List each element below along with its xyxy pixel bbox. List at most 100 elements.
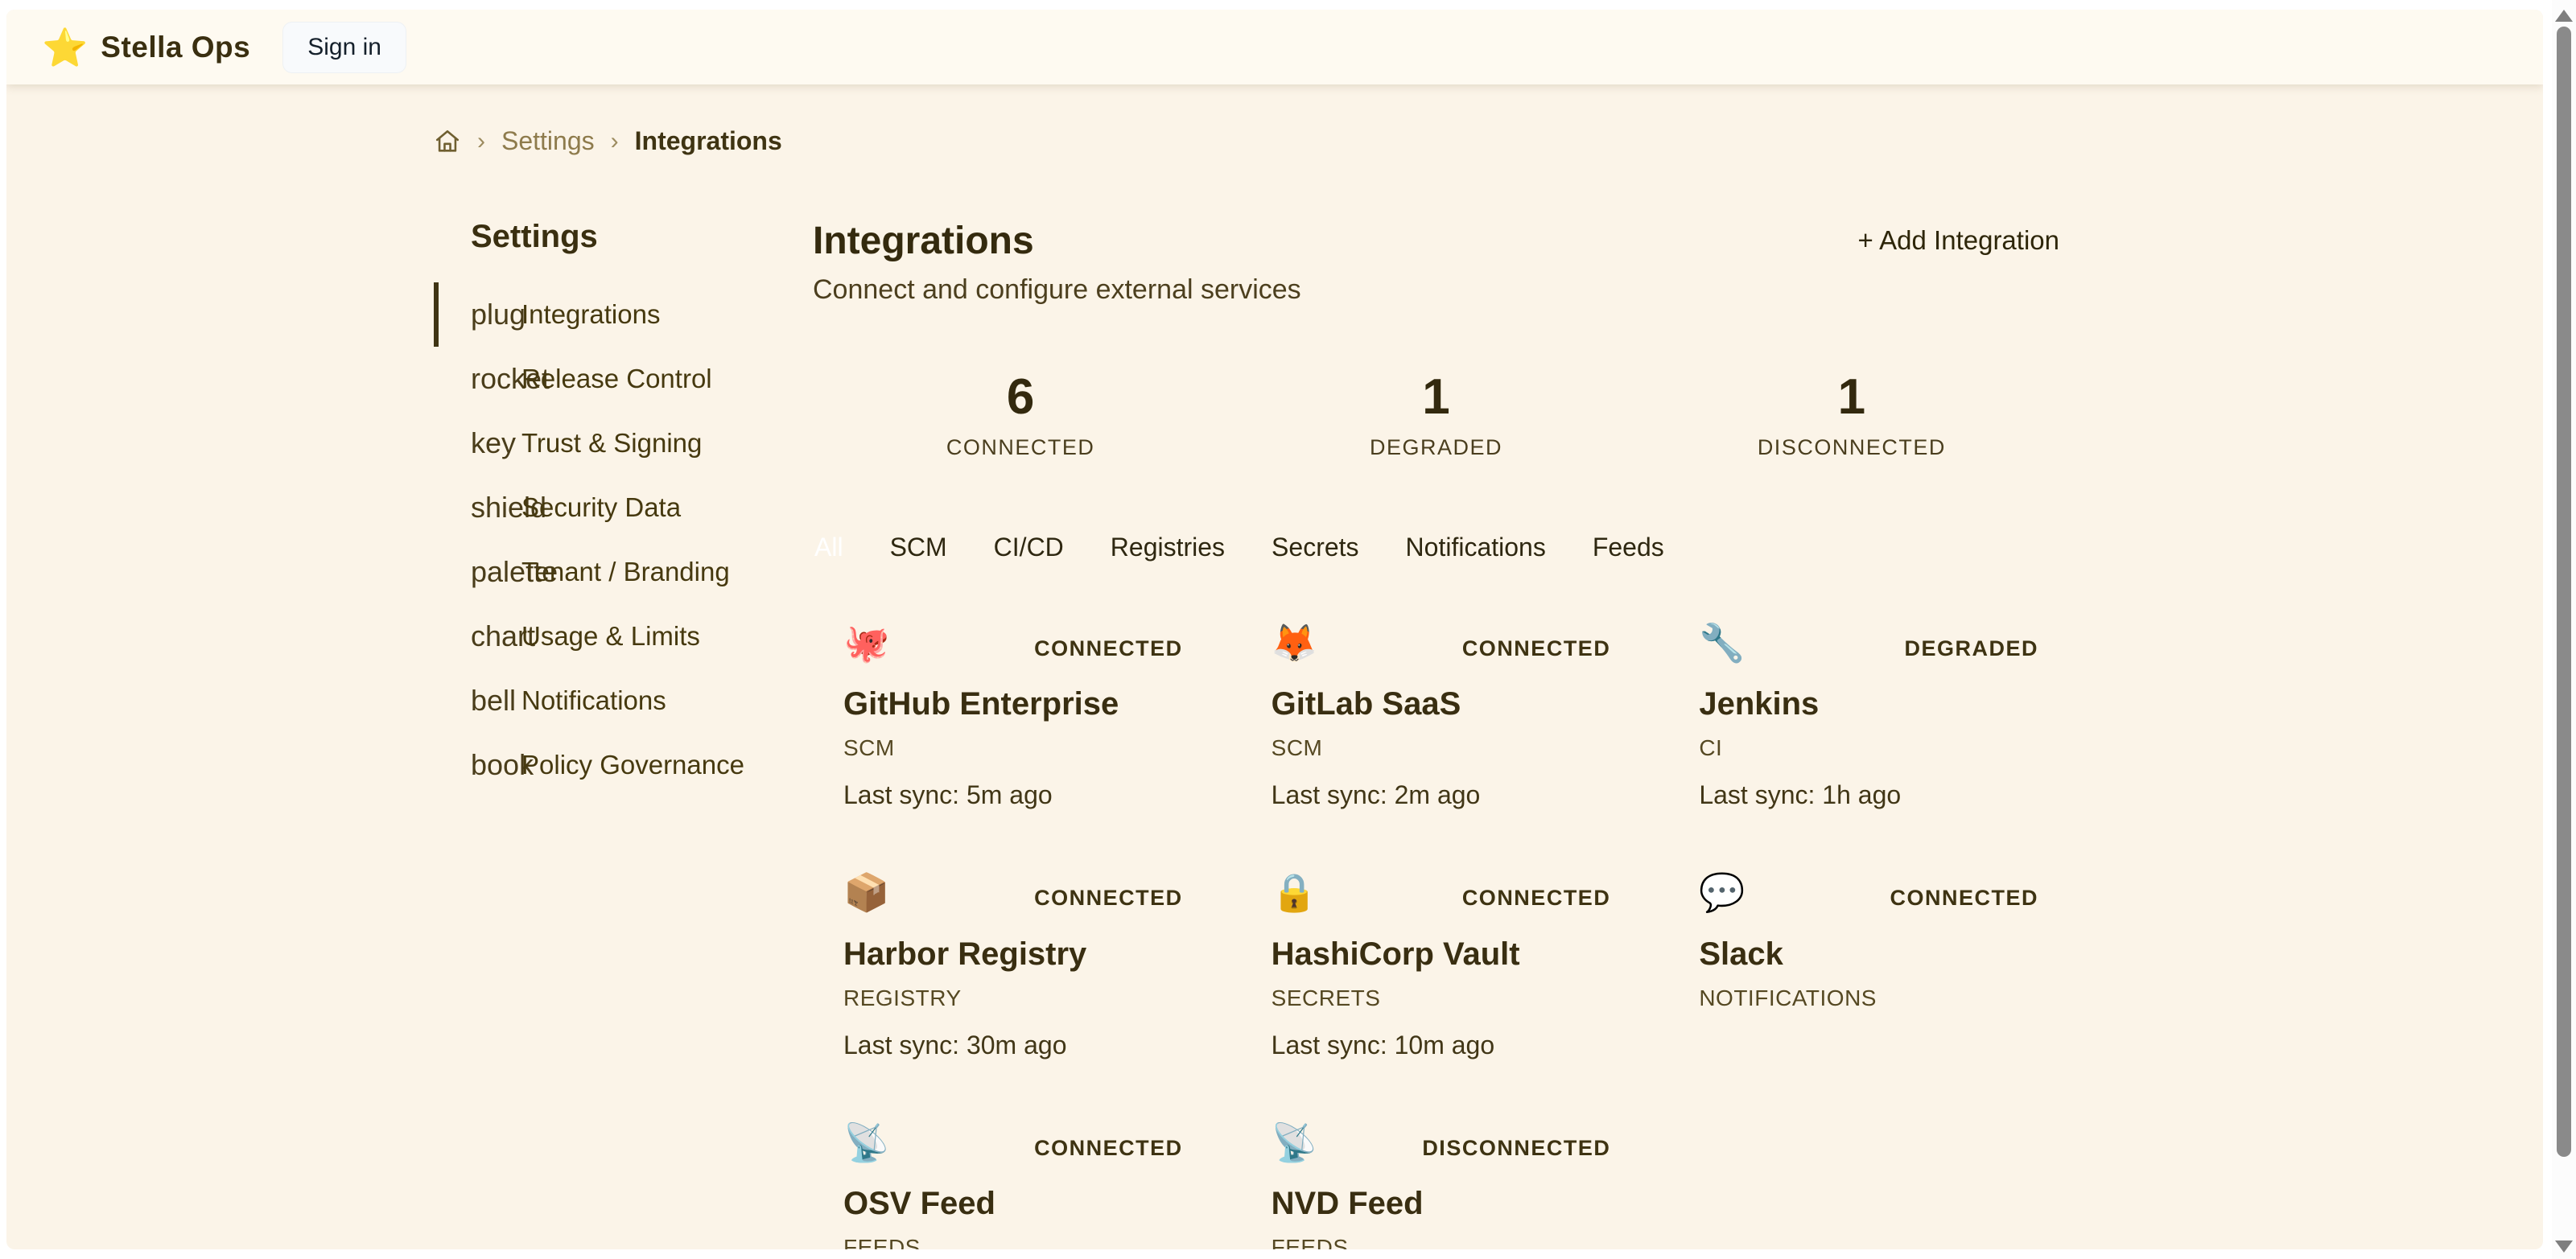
status-badge: CONNECTED (1462, 886, 1611, 911)
satellite-icon: 📡 (1272, 1123, 1317, 1162)
status-badge: CONNECTED (1034, 1136, 1183, 1161)
sidebar-item-label: Notifications (521, 685, 666, 716)
integration-type: FEEDS (1272, 1235, 1611, 1249)
sidebar-item-label: Integrations (521, 299, 660, 330)
sidebar-item-label: Policy Governance (521, 750, 744, 780)
breadcrumb-separator: › (477, 128, 485, 155)
scrollbar[interactable] (2552, 0, 2576, 1259)
integration-type: SECRETS (1272, 985, 1611, 1011)
status-badge: DISCONNECTED (1422, 1136, 1610, 1161)
add-integration-button[interactable]: + Add Integration (1858, 225, 2059, 256)
title-block: Integrations Connect and configure exter… (813, 219, 1301, 306)
sidebar-item-tenant-branding[interactable]: paletteTenant / Branding (434, 540, 772, 604)
card-top: 🔧DEGRADED (1699, 623, 2038, 662)
top-bar: ⭐ Stella Ops Sign in (6, 10, 2543, 84)
tab-secrets[interactable]: Secrets (1270, 526, 1360, 569)
breadcrumb-separator: › (611, 128, 619, 155)
last-sync: Last sync: 30m ago (843, 1031, 1183, 1060)
rocket-icon: rocket (471, 362, 521, 396)
stat-value: 1 (1228, 368, 1643, 426)
sidebar-item-release-control[interactable]: rocketRelease Control (434, 347, 772, 411)
app-name: Stella Ops (101, 31, 250, 64)
integration-card-hashicorp-vault[interactable]: 🔒CONNECTEDHashiCorp VaultSECRETSLast syn… (1241, 873, 1632, 1059)
integration-card-slack[interactable]: 💬CONNECTEDSlackNOTIFICATIONS (1668, 873, 2059, 1059)
tab-feeds[interactable]: Feeds (1591, 526, 1666, 569)
breadcrumb: › Settings › Integrations (434, 126, 2059, 156)
integrations-grid: 🐙CONNECTED GitHub Enterprise SCM Last sync:… (813, 623, 2059, 1249)
package-icon: 📦 (843, 873, 889, 911)
stat-label: DISCONNECTED (1644, 435, 2059, 460)
sidebar-item-label: Release Control (521, 364, 712, 394)
integration-type: CI (1699, 735, 2038, 761)
page-column: › Settings › Integrations Settings plugI… (434, 126, 2059, 1249)
sign-in-button[interactable]: Sign in (282, 22, 406, 73)
integration-card-osv-feed[interactable]: 📡CONNECTEDOSV FeedFEEDSLast sync: 1h ago (813, 1123, 1204, 1249)
tab-scm[interactable]: SCM (888, 526, 949, 569)
star-mascot-icon: ⭐ (42, 29, 88, 66)
status-badge: CONNECTED (1034, 886, 1183, 911)
integration-card-harbor-registry[interactable]: 📦CONNECTEDHarbor RegistryREGISTRYLast sy… (813, 873, 1204, 1059)
card-top: 📦 CONNECTED (843, 873, 1183, 911)
integration-card-github-enterprise[interactable]: 🐙CONNECTEDGitHub EnterpriseSCMLast sync:… (813, 623, 1204, 810)
scrollbar-thumb[interactable] (2557, 27, 2571, 1157)
settings-sidebar: Settings plugIntegrationsrocketRelease C… (434, 219, 772, 1249)
stat-disconnected: 1 DISCONNECTED (1644, 368, 2059, 460)
card-top: 📡 DISCONNECTED (1272, 1123, 1611, 1162)
status-badge: CONNECTED (1034, 636, 1183, 661)
tab-notifications[interactable]: Notifications (1404, 526, 1548, 569)
satellite-icon: 📡 (843, 1123, 889, 1162)
sidebar-item-label: Trust & Signing (521, 428, 702, 459)
last-sync: Last sync: 2m ago (1272, 780, 1611, 810)
card-top: 🦊 CONNECTED (1272, 623, 1611, 662)
sidebar-item-notifications[interactable]: bellNotifications (434, 669, 772, 733)
stat-value: 1 (1644, 368, 2059, 426)
integration-type: REGISTRY (843, 985, 1183, 1011)
stats-row: 6CONNECTED1DEGRADED1DISCONNECTED (813, 368, 2059, 460)
content: Settings plugIntegrationsrocketRelease C… (434, 219, 2059, 1249)
breadcrumb-current: Integrations (635, 126, 782, 156)
integration-name: GitHub Enterprise (843, 686, 1183, 722)
tab-registries[interactable]: Registries (1109, 526, 1226, 569)
bell-icon: bell (471, 684, 521, 718)
sidebar-item-trust-signing[interactable]: keyTrust & Signing (434, 411, 772, 475)
chart-icon: chart (471, 619, 521, 653)
main-panel: Integrations Connect and configure exter… (813, 219, 2059, 1249)
last-sync: Last sync: 1h ago (1699, 780, 2038, 810)
integration-name: GitLab SaaS (1272, 686, 1611, 722)
integration-name: Jenkins (1699, 686, 2038, 722)
book-icon: book (471, 748, 521, 782)
stat-value: 6 (813, 368, 1228, 426)
tab-ci-cd[interactable]: CI/CD (992, 526, 1065, 569)
scrollbar-down-icon[interactable] (2555, 1240, 2573, 1253)
sidebar-item-security-data[interactable]: shieldSecurity Data (434, 475, 772, 540)
sidebar-item-policy-governance[interactable]: bookPolicy Governance (434, 733, 772, 797)
fox-icon: 🦊 (1272, 623, 1317, 662)
integration-type: NOTIFICATIONS (1699, 985, 2038, 1011)
plug-icon: plug (471, 298, 521, 331)
integration-card-jenkins[interactable]: 🔧DEGRADED Jenkins CI Last sync: 1h ago (1668, 623, 2059, 810)
sidebar-item-integrations[interactable]: plugIntegrations (434, 282, 772, 347)
integration-type: SCM (1272, 735, 1611, 761)
stat-connected: 6CONNECTED (813, 368, 1228, 460)
sidebar-nav-list: plugIntegrationsrocketRelease Controlkey… (434, 282, 772, 797)
integration-card-gitlab-saas[interactable]: 🦊 CONNECTED GitLab SaaS SCM Last sync: 2m ag… (1241, 623, 1632, 810)
scrollbar-up-icon[interactable] (2555, 10, 2573, 22)
card-top: 💬CONNECTED (1699, 873, 2038, 911)
card-top: 🐙CONNECTED (843, 623, 1183, 662)
page-title: Integrations (813, 219, 1301, 263)
home-icon[interactable] (434, 128, 461, 155)
sidebar-item-usage-limits[interactable]: chartUsage & Limits (434, 604, 772, 669)
app-panel: ⭐ Stella Ops Sign in › Settings › Integr… (6, 10, 2543, 1249)
tab-all[interactable]: All (813, 526, 845, 569)
status-badge: DEGRADED (1904, 636, 2038, 661)
last-sync: Last sync: 10m ago (1272, 1031, 1611, 1060)
integration-card-nvd-feed[interactable]: 📡DISCONNECTEDNVD FeedFEEDS (1241, 1123, 1632, 1249)
status-badge: CONNECTED (1462, 636, 1611, 661)
category-tabs: All SCM CI/CD Registries Secrets Notification… (813, 526, 2059, 569)
card-top: 🔒CONNECTED (1272, 873, 1611, 911)
breadcrumb-settings-link[interactable]: Settings (501, 126, 595, 156)
key-icon: key (471, 426, 521, 460)
main-header: Integrations Connect and configure exter… (813, 219, 2059, 306)
logo: ⭐ Stella Ops (42, 29, 250, 66)
integration-type: FEEDS (843, 1235, 1183, 1249)
